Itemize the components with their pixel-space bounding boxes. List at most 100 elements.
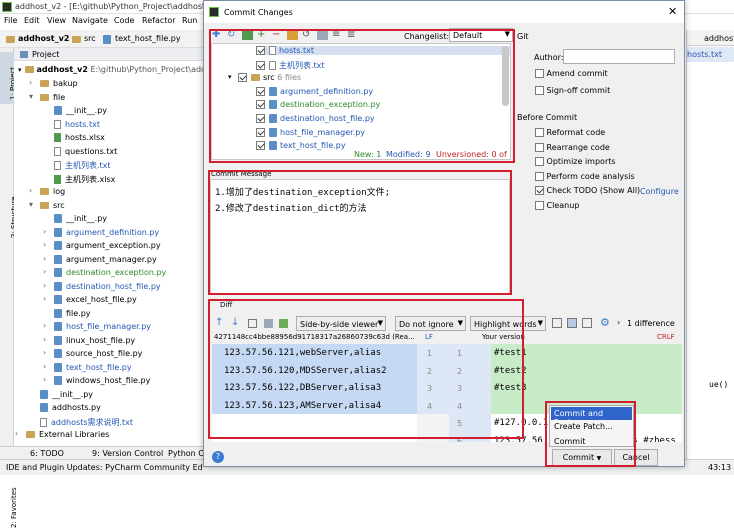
tree-item[interactable]: ▾ file xyxy=(29,92,65,102)
author-input[interactable] xyxy=(563,49,675,64)
tab-python-console[interactable]: Python C xyxy=(168,449,204,458)
collapse-arrow-icon[interactable]: › xyxy=(43,321,46,330)
tree-item-label: hosts.txt xyxy=(65,119,100,129)
tree-item[interactable]: › windows_host_file.py xyxy=(43,375,150,385)
tree-item-label: log xyxy=(53,187,66,196)
gear-icon[interactable]: ⚙ xyxy=(600,316,610,329)
tree-item[interactable]: hosts.xlsx xyxy=(54,133,105,142)
tree-item[interactable]: addhosts.py xyxy=(40,403,101,412)
folder-icon xyxy=(40,201,49,209)
expand-arrow-icon[interactable]: ▾ xyxy=(18,66,22,74)
collapse-arrow-icon[interactable]: › xyxy=(15,429,18,438)
collapse-arrow-icon[interactable]: › xyxy=(43,294,46,303)
tree-item[interactable]: › argument_exception.py xyxy=(43,240,161,250)
menu-refactor[interactable]: Refactor xyxy=(142,16,176,25)
tree-item[interactable]: __init__.py xyxy=(40,389,93,399)
collapse-arrow-icon[interactable]: › xyxy=(43,335,46,344)
before-commit-option[interactable]: Optimize imports xyxy=(535,157,616,166)
before-commit-option[interactable]: Rearrange code xyxy=(535,142,610,152)
tree-item[interactable]: __init__.py xyxy=(54,214,107,223)
tree-item[interactable]: __init__.py xyxy=(54,106,107,115)
differences-count: 1 difference xyxy=(627,319,675,328)
chevron-right-icon[interactable]: › xyxy=(617,318,620,327)
tree-item[interactable]: › bakup xyxy=(29,78,78,88)
tree-item[interactable]: › External Libraries xyxy=(15,429,109,439)
amend-commit-option[interactable]: Amend commit xyxy=(535,69,608,78)
tree-item[interactable]: › log xyxy=(29,186,66,196)
tree-item[interactable]: › host_file_manager.py xyxy=(43,321,151,331)
help-button[interactable]: ? xyxy=(212,451,224,463)
collapse-arrow-icon[interactable]: › xyxy=(43,375,46,384)
collapse-arrow-icon[interactable]: › xyxy=(43,240,46,249)
close-icon[interactable]: ✕ xyxy=(668,5,677,18)
tree-item-label: __init__.py xyxy=(66,214,108,223)
align-icon[interactable] xyxy=(552,318,562,328)
columns-icon[interactable] xyxy=(582,318,592,328)
tab-project[interactable]: 1: Project xyxy=(0,52,17,104)
expand-arrow-icon[interactable]: ▾ xyxy=(29,200,33,209)
tree-item[interactable]: file.py xyxy=(54,308,91,318)
tree-item[interactable]: hosts.txt xyxy=(54,119,100,129)
tree-item[interactable]: 主机列表.xlsx xyxy=(54,174,115,185)
folder-icon xyxy=(40,93,49,101)
tree-item[interactable]: 主机列表.txt xyxy=(54,160,111,171)
breadcrumb-folder[interactable]: src xyxy=(84,34,96,43)
breadcrumb-project[interactable]: addhost_v2 xyxy=(18,34,69,43)
tree-item[interactable]: › destination_exception.py xyxy=(43,267,166,277)
text-file-icon xyxy=(40,417,47,427)
editor-code-fragment: ue() xyxy=(709,380,729,389)
status-message[interactable]: IDE and Plugin Updates: PyCharm Communit… xyxy=(6,463,203,472)
expand-arrow-icon[interactable]: ▾ xyxy=(29,92,33,101)
collapse-arrow-icon[interactable]: › xyxy=(29,186,32,195)
editor-tab-hosts[interactable]: hosts.txt xyxy=(687,47,734,62)
python-file-icon xyxy=(54,268,62,277)
menu-code[interactable]: Code xyxy=(114,16,134,25)
option-checkbox[interactable] xyxy=(535,157,544,166)
tree-item[interactable]: › destination_host_file.py xyxy=(43,281,161,291)
amend-checkbox[interactable] xyxy=(535,69,544,78)
configure-link[interactable]: Configure xyxy=(640,187,679,196)
tree-item[interactable]: ▾ src xyxy=(29,200,65,210)
collapse-arrow-icon[interactable]: › xyxy=(29,78,32,87)
collapse-arrow-icon[interactable]: › xyxy=(43,362,46,371)
signoff-checkbox[interactable] xyxy=(535,86,544,95)
editor-tab-addhost[interactable]: addhost xyxy=(687,30,734,46)
option-checkbox[interactable] xyxy=(535,171,544,181)
menu-navigate[interactable]: Navigate xyxy=(72,16,108,25)
tab-favorites[interactable]: 2: Favorites xyxy=(10,487,18,528)
collapse-arrow-icon[interactable]: › xyxy=(43,267,46,276)
menu-file[interactable]: File xyxy=(4,16,17,25)
tree-item[interactable]: › linux_host_file.py xyxy=(43,335,135,345)
collapse-arrow-icon[interactable]: › xyxy=(43,281,46,290)
option-checkbox[interactable] xyxy=(535,142,544,152)
menu-view[interactable]: View xyxy=(47,16,66,25)
option-label: Optimize imports xyxy=(544,157,616,166)
before-commit-option[interactable]: Check TODO (Show All) xyxy=(535,186,640,195)
collapse-arrow-icon[interactable]: › xyxy=(43,348,46,357)
tree-item[interactable]: questions.txt xyxy=(54,146,117,156)
tree-item[interactable]: › excel_host_file.py xyxy=(43,294,137,304)
signoff-commit-option[interactable]: Sign-off commit xyxy=(535,86,610,95)
tree-item[interactable]: › argument_definition.py xyxy=(43,227,159,237)
caret-position[interactable]: 43:13 xyxy=(708,463,731,472)
before-commit-option[interactable]: Cleanup xyxy=(535,200,579,210)
collapse-arrow-icon[interactable]: › xyxy=(43,227,46,236)
menu-edit[interactable]: Edit xyxy=(24,16,40,25)
tree-item[interactable]: › text_host_file.py xyxy=(43,362,132,372)
project-panel: Project ▾ addhost_v2 E:\github\Python_Pro… xyxy=(14,48,237,446)
sync-scroll-icon[interactable] xyxy=(567,318,577,328)
option-checkbox[interactable] xyxy=(535,186,544,195)
tree-item[interactable]: addhosts需求说明.txt xyxy=(40,417,133,428)
breadcrumb-file[interactable]: text_host_file.py xyxy=(115,34,181,43)
menu-run[interactable]: Run xyxy=(182,16,197,25)
option-checkbox[interactable] xyxy=(535,128,544,137)
tree-item[interactable]: › argument_manager.py xyxy=(43,254,157,264)
diff-right-separator: CRLF xyxy=(657,333,675,341)
before-commit-option[interactable]: Perform code analysis xyxy=(535,171,635,181)
tree-item[interactable]: › source_host_file.py xyxy=(43,348,142,358)
tab-todo[interactable]: 6: TODO xyxy=(30,449,64,458)
before-commit-option[interactable]: Reformat code xyxy=(535,128,605,137)
option-checkbox[interactable] xyxy=(535,200,544,210)
tab-version-control[interactable]: 9: Version Control xyxy=(92,449,163,458)
collapse-arrow-icon[interactable]: › xyxy=(43,254,46,263)
